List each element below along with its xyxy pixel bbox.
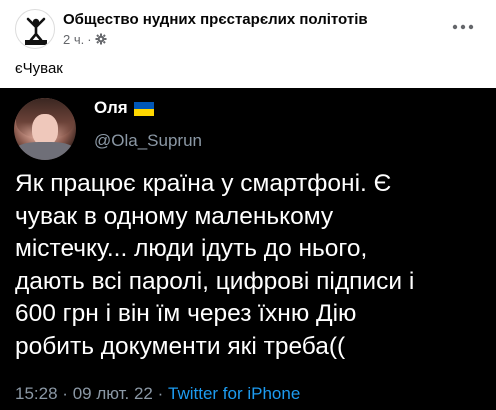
tweet-time: 15:28 [15, 384, 58, 403]
post-meta: 2 ч. · [63, 31, 107, 47]
ukraine-flag-icon [133, 101, 154, 116]
tweet-meta-separator: · [62, 384, 68, 403]
more-horizontal-icon [452, 24, 474, 30]
facebook-post-header: Общество нудних прєстарєлих політотів 2 … [0, 0, 496, 88]
tweet-text: Як працює країна у смартфоні. Є чувак в … [15, 170, 415, 360]
tweet-source-link: Twitter for iPhone [168, 384, 301, 403]
tweet-handle: @Ola_Suprun [94, 131, 202, 150]
meta-separator: · [87, 31, 92, 47]
gear-icon[interactable] [95, 33, 107, 45]
more-options-button[interactable] [450, 17, 476, 37]
tweet-screenshot-image[interactable]: Оля @Ola_Suprun Як працює країна у смарт… [0, 88, 496, 410]
tweet-meta: 15:28 · 09 лют. 22 · Twitter for iPhone [15, 384, 300, 404]
post-time[interactable]: 2 ч. [63, 32, 84, 47]
tweet-avatar [14, 98, 76, 160]
tweet-date: 09 лют. 22 [72, 384, 153, 403]
group-name[interactable]: Общество нудних прєстарєлих політотів [63, 11, 368, 28]
group-logo-icon [25, 17, 47, 45]
tweet-name-label: Оля [94, 98, 128, 117]
tweet-meta-separator-2: · [157, 384, 164, 403]
tweet-display-name: Оля [94, 98, 154, 118]
post-text: єЧувак [15, 60, 63, 77]
group-avatar[interactable] [15, 9, 55, 49]
